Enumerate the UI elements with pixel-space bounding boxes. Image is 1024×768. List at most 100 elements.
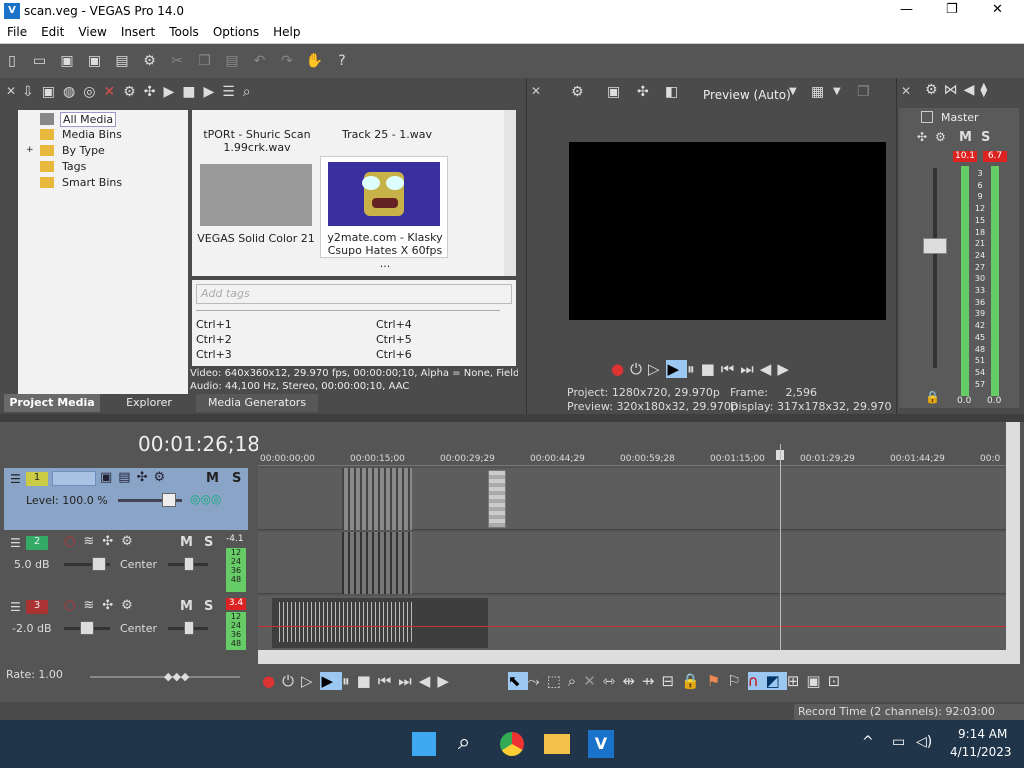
downmix-icon[interactable]: ⋈ (944, 82, 964, 98)
shortcut-ctrl1[interactable]: Ctrl+1 (196, 318, 232, 331)
expand-icon[interactable]: + (26, 145, 34, 155)
grid-icon[interactable]: ▦ (811, 84, 824, 100)
play-icon[interactable]: ▶ (665, 360, 688, 378)
master-select-icon[interactable] (921, 111, 933, 123)
track-pan-icon[interactable]: ✣ (102, 534, 121, 549)
region-icon[interactable]: ⚐ (727, 672, 747, 690)
import-media-icon[interactable]: ⇩ (22, 84, 42, 100)
level-slider-handle[interactable] (162, 493, 176, 507)
volume-envelope[interactable] (258, 626, 1006, 627)
horizontal-scrollbar[interactable] (258, 650, 1020, 664)
pause-icon[interactable]: ⏸ (342, 672, 357, 690)
channels-icon[interactable]: ⧫ (980, 82, 993, 98)
close-panel-icon[interactable]: ✕ (6, 84, 16, 98)
close-preview-icon[interactable]: ✕ (531, 84, 541, 98)
track-name-input-1[interactable] (52, 471, 96, 486)
track-1-mute[interactable]: M (206, 471, 219, 486)
copy-snapshot-icon[interactable]: ❐ (857, 84, 870, 100)
shortcut-ctrl2[interactable]: Ctrl+2 (196, 333, 232, 346)
media-item-track25[interactable]: Track 25 - 1.wav (332, 128, 442, 141)
rate-slider-handle[interactable]: ◆◆◆ (164, 670, 189, 683)
normal-edit-tool-icon[interactable]: ⬉ (508, 672, 528, 690)
track-3-mute[interactable]: M (180, 599, 193, 614)
tab-explorer[interactable]: Explorer (104, 394, 194, 412)
play-icon[interactable]: ▶ (163, 84, 182, 100)
media-item-shuric[interactable]: tPORt - Shuric Scan 1.99crk.wav (202, 128, 312, 154)
time-ruler[interactable]: 00:00:00;00 00:00:15;00 00:00:29;29 00:0… (258, 444, 1006, 466)
track-lane-3[interactable] (258, 596, 1006, 650)
stop-icon[interactable]: ■ (357, 672, 378, 690)
menu-file[interactable]: File (0, 22, 34, 42)
master-mute-button[interactable]: M (959, 130, 972, 145)
video-event[interactable] (342, 468, 412, 530)
stop-icon[interactable]: ■ (701, 360, 721, 378)
pause-icon[interactable]: ⏸ (687, 360, 701, 378)
panel-splitter[interactable] (0, 414, 1024, 422)
rewind-icon[interactable]: ◀ (760, 360, 778, 378)
menu-help[interactable]: Help (266, 22, 307, 42)
volume-icon[interactable]: ◁) (916, 734, 932, 750)
play-icon[interactable]: ▶ (319, 672, 343, 690)
audio-event-3[interactable] (272, 598, 488, 648)
edit-tool-icon[interactable]: ✋ (306, 52, 324, 70)
event-pan-icon[interactable]: ▤ (118, 470, 136, 485)
tags-input[interactable]: Add tags (196, 284, 512, 304)
trim-start-icon[interactable]: ⇹ (622, 672, 642, 690)
play-from-start-icon[interactable]: ▷ (648, 360, 666, 378)
master-fx-icon[interactable]: ⚙ (935, 130, 946, 144)
volume-slider-handle[interactable] (92, 557, 106, 571)
forward-icon[interactable]: ▶ (777, 360, 795, 378)
shortcut-ctrl4[interactable]: Ctrl+4 (376, 318, 412, 331)
track-motion-icon[interactable]: ▣ (100, 470, 118, 485)
tree-tags[interactable]: Tags (62, 160, 86, 173)
cut-icon[interactable]: ✂ (168, 52, 186, 70)
play-from-start-icon[interactable]: ▷ (301, 672, 320, 690)
go-to-end-icon[interactable]: ⏭ (398, 672, 419, 690)
render-icon[interactable]: ▤ (113, 52, 131, 70)
track-3-solo[interactable]: S (204, 599, 213, 614)
track-1-solo[interactable]: S (232, 471, 241, 486)
collapse-icon[interactable]: ☰ (10, 600, 21, 614)
trim-end-icon[interactable]: ⇸ (642, 672, 662, 690)
trim-icon[interactable]: ✣ (144, 84, 164, 100)
next-frame-icon[interactable]: ▶ (437, 672, 456, 690)
maximize-button[interactable]: ❐ (946, 2, 958, 17)
save-icon[interactable]: ▣ (58, 52, 76, 70)
menu-options[interactable]: Options (206, 22, 266, 42)
ignore-grouping-icon[interactable]: ⊡ (828, 672, 848, 690)
web-icon[interactable]: ◎ (83, 84, 103, 100)
track-fx-icon[interactable]: ⚙ (154, 470, 172, 485)
prev-frame-icon[interactable]: ⏮ (721, 360, 741, 378)
media-fx-icon[interactable]: ⚙ (123, 84, 144, 100)
loop-icon[interactable]: ⏻ (282, 672, 301, 690)
ripple-icon[interactable]: ⊞ (787, 672, 807, 690)
master-solo-button[interactable]: S (981, 130, 990, 145)
media-item-klasky[interactable]: y2mate.com - Klasky Csupo Hates X 60fps … (320, 156, 448, 270)
help-icon[interactable]: ? (333, 52, 351, 70)
menu-insert[interactable]: Insert (114, 22, 162, 42)
playhead[interactable] (780, 444, 781, 654)
audio-event[interactable] (342, 532, 412, 594)
preview-settings-icon[interactable]: ⚙ (571, 84, 584, 100)
overlays-icon[interactable]: ◧ (665, 84, 678, 100)
remove-icon[interactable]: ✕ (103, 84, 123, 100)
lock-icon[interactable]: 🔒 (681, 672, 707, 690)
track-header-2[interactable]: ☰ 2 ○≋✣⚙ M S -4.1 5.0 dB Center 12 24 36 48 (4, 532, 248, 594)
chevron-down-icon[interactable]: ▼ (833, 86, 841, 97)
marker-icon[interactable]: ⚑ (707, 672, 727, 690)
search-icon[interactable]: ⌕ (458, 730, 470, 755)
track-lane-1[interactable] (258, 468, 1006, 530)
tab-media-generators[interactable]: Media Generators (196, 394, 318, 412)
loop-icon[interactable]: ⏻ (630, 360, 648, 378)
close-master-icon[interactable]: ✕ (901, 84, 911, 98)
mixer-settings-icon[interactable]: ⚙ (925, 82, 944, 98)
new-icon[interactable]: ▯ (3, 52, 21, 70)
pan-slider-handle[interactable] (184, 621, 194, 635)
media-scrollbar[interactable] (504, 110, 516, 276)
split-screen-icon[interactable]: ✣ (637, 84, 649, 100)
menu-tools[interactable]: Tools (162, 22, 206, 42)
next-frame-icon[interactable]: ⏭ (740, 360, 760, 378)
properties-icon[interactable]: ⚙ (141, 52, 159, 70)
media-item-solid-color[interactable]: VEGAS Solid Color 21 (196, 232, 316, 245)
vertical-scrollbar[interactable] (1006, 422, 1020, 652)
